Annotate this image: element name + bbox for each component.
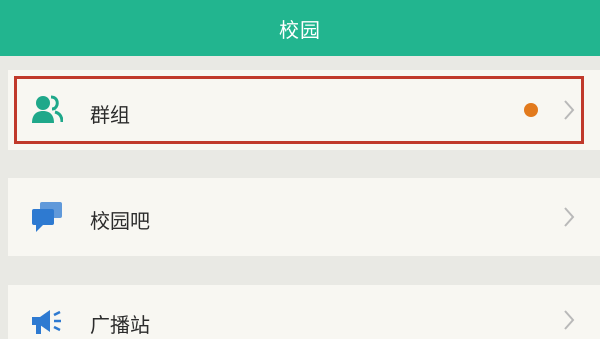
list-item-campus-bar[interactable]: 校园吧: [8, 178, 600, 256]
chevron-right-icon: [562, 99, 576, 121]
app-header: 校园: [0, 0, 600, 56]
megaphone-icon: [30, 305, 64, 339]
list-item-label: 校园吧: [90, 209, 150, 233]
list-item-label: 广播站: [90, 313, 150, 337]
chevron-right-icon: [562, 309, 576, 331]
chat-bubbles-icon: [30, 200, 64, 234]
group-icon: [30, 92, 64, 126]
list-item-broadcast[interactable]: 广播站: [8, 285, 600, 339]
header-title: 校园: [279, 17, 321, 42]
notification-badge-dot: [524, 103, 538, 117]
list-item-label: 群组: [90, 103, 130, 127]
list-item-groups[interactable]: 群组: [8, 70, 600, 150]
chevron-right-icon: [562, 206, 576, 228]
app-root: 校园 群组 校园吧 广播站: [0, 0, 600, 339]
